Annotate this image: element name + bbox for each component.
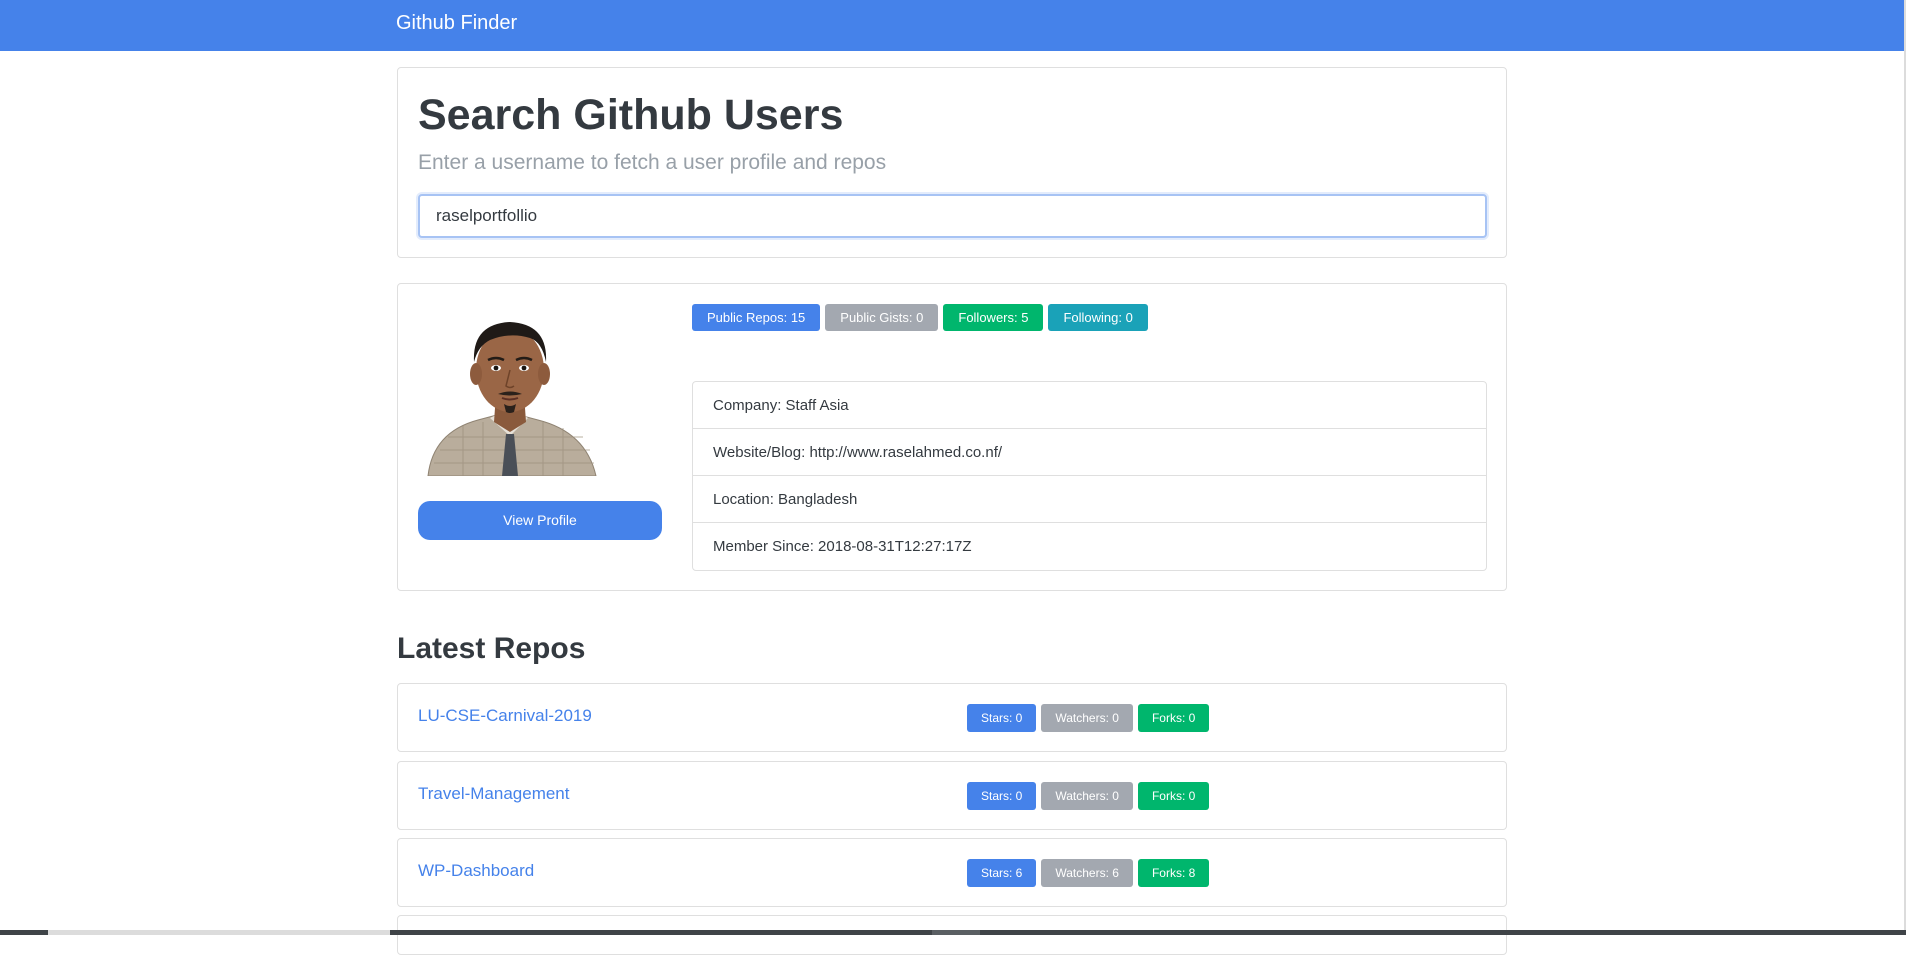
repo-stats: Stars: 0 Watchers: 0 Forks: 0 <box>967 704 1210 732</box>
repo-link[interactable]: WP-Dashboard <box>418 861 534 881</box>
taskbar-segment <box>48 930 390 935</box>
taskbar-segment <box>932 930 980 935</box>
profile-card: View Profile Public Repos: 15 Public Gis… <box>397 283 1507 591</box>
repo-link[interactable]: LU-CSE-Carnival-2019 <box>418 706 592 726</box>
website-item: Website/Blog: http://www.raselahmed.co.n… <box>693 429 1486 476</box>
watchers-badge: Watchers: 0 <box>1041 704 1133 732</box>
repo-stats: Stars: 6 Watchers: 6 Forks: 8 <box>967 859 1210 887</box>
watchers-badge: Watchers: 0 <box>1041 782 1133 810</box>
stars-badge: Stars: 6 <box>967 859 1037 887</box>
avatar <box>418 302 608 476</box>
forks-badge: Forks: 8 <box>1137 859 1210 887</box>
view-profile-button[interactable]: View Profile <box>418 501 662 540</box>
repo-card <box>397 915 1507 955</box>
forks-badge: Forks: 0 <box>1137 782 1210 810</box>
navbar-brand[interactable]: Github Finder <box>396 12 517 35</box>
repo-link[interactable]: Travel-Management <box>418 784 570 804</box>
following-badge: Following: 0 <box>1048 304 1148 331</box>
company-item: Company: Staff Asia <box>693 382 1486 429</box>
latest-repos-heading: Latest Repos <box>397 632 586 665</box>
search-user-input[interactable] <box>418 194 1487 238</box>
stars-badge: Stars: 0 <box>967 782 1037 810</box>
navbar: Github Finder <box>0 0 1904 51</box>
public-gists-badge: Public Gists: 0 <box>825 304 939 331</box>
repo-card: LU-CSE-Carnival-2019 Stars: 0 Watchers: … <box>397 683 1507 752</box>
public-repos-badge: Public Repos: 15 <box>692 304 821 331</box>
followers-badge: Followers: 5 <box>943 304 1044 331</box>
repo-card: WP-Dashboard Stars: 6 Watchers: 6 Forks:… <box>397 838 1507 907</box>
profile-details-list: Company: Staff Asia Website/Blog: http:/… <box>692 381 1487 571</box>
search-card: Search Github Users Enter a username to … <box>397 67 1507 258</box>
avatar-photo <box>418 302 608 476</box>
member-since-item: Member Since: 2018-08-31T12:27:17Z <box>713 538 972 555</box>
location-item: Location: Bangladesh <box>693 476 1486 523</box>
watchers-badge: Watchers: 6 <box>1041 859 1133 887</box>
taskbar <box>0 930 1906 935</box>
search-subtitle: Enter a username to fetch a user profile… <box>418 151 887 174</box>
repo-stats: Stars: 0 Watchers: 0 Forks: 0 <box>967 782 1210 810</box>
forks-badge: Forks: 0 <box>1137 704 1210 732</box>
search-title: Search Github Users <box>418 91 844 139</box>
profile-stats: Public Repos: 15 Public Gists: 0 Followe… <box>692 304 1148 331</box>
stars-badge: Stars: 0 <box>967 704 1037 732</box>
repo-card: Travel-Management Stars: 0 Watchers: 0 F… <box>397 761 1507 830</box>
